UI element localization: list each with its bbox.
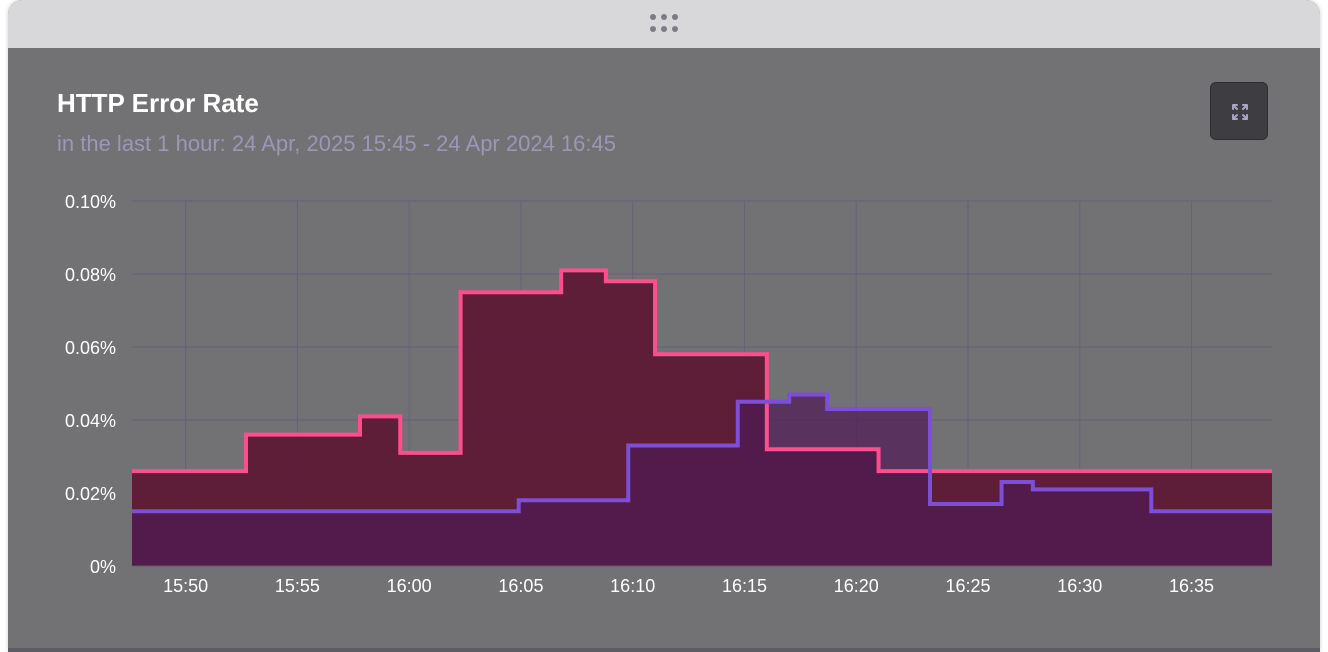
y-tick-label: 0% [90, 557, 116, 577]
x-tick-label: 16:05 [498, 576, 543, 596]
x-tick-label: 16:15 [722, 576, 767, 596]
x-tick-label: 16:10 [610, 576, 655, 596]
y-tick-label: 0.10% [65, 192, 116, 212]
x-tick-label: 16:00 [387, 576, 432, 596]
panel-bottom-border [8, 648, 1320, 652]
chart-panel: HTTP Error Rate in the last 1 hour: 24 A… [8, 0, 1320, 652]
y-tick-label: 0.06% [65, 338, 116, 358]
x-tick-label: 15:55 [275, 576, 320, 596]
x-tick-label: 16:25 [945, 576, 990, 596]
error-rate-chart: 0% 0.02% 0.04% 0.06% 0.08% 0.10% 15:50 15:55 16:… [65, 192, 1272, 596]
x-tick-label: 16:20 [834, 576, 879, 596]
x-tick-label: 15:50 [163, 576, 208, 596]
x-tick-label: 16:30 [1057, 576, 1102, 596]
y-tick-label: 0.08% [65, 265, 116, 285]
y-tick-label: 0.04% [65, 411, 116, 431]
x-tick-label: 16:35 [1169, 576, 1214, 596]
y-tick-label: 0.02% [65, 484, 116, 504]
